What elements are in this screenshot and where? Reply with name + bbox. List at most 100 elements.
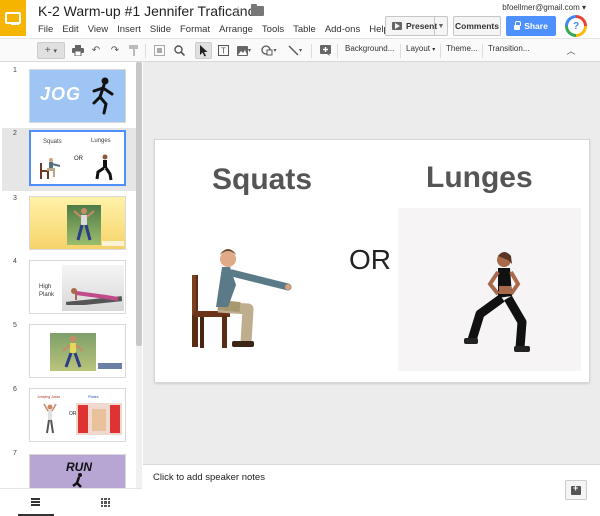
share-button[interactable]: Share xyxy=(506,16,556,36)
undo-icon[interactable]: ↶ xyxy=(88,42,104,59)
slide-thumbnail-5[interactable] xyxy=(29,324,126,378)
share-label: Share xyxy=(524,21,548,31)
toolbar-divider xyxy=(440,44,441,58)
slide-thumbnail-text: JOG xyxy=(40,84,82,104)
chevron-down-icon: ▾ xyxy=(581,3,586,12)
filmstrip-view-bar xyxy=(0,488,142,516)
slide-thumbnail-text: Squats xyxy=(43,139,62,145)
document-title[interactable]: K-2 Warm-up #1 Jennifer Traficano xyxy=(38,3,255,19)
slide-thumbnail-text: Jumping Jacks xyxy=(37,395,61,399)
redo-icon[interactable]: ↷ xyxy=(107,42,123,59)
slide-thumbnail-4[interactable]: High Plank xyxy=(29,260,126,314)
account-email[interactable]: bfoellmer@gmail.com ▾ xyxy=(502,3,586,12)
list-view-icon[interactable] xyxy=(31,498,40,506)
toolbar-divider xyxy=(482,44,483,58)
person-image xyxy=(43,403,57,434)
explore-button[interactable] xyxy=(565,480,587,500)
text-box-icon[interactable]: T xyxy=(215,42,231,59)
toolbar: + ▾ ↶ ↷ T ▾ ▾ ▾ Background... Layout ▾ T… xyxy=(0,38,600,62)
slide-thumbnail-6[interactable]: Jumping Jacks OR Pilates xyxy=(29,388,126,442)
menu-arrange[interactable]: Arrange xyxy=(219,24,253,35)
squat-image xyxy=(40,158,61,179)
person-figure xyxy=(92,409,106,431)
paint-format-icon[interactable] xyxy=(126,42,142,59)
slide-title-right[interactable]: Lunges xyxy=(426,161,533,195)
slide-thumbnail-2[interactable]: Squats OR Lunges xyxy=(29,130,126,186)
shape-icon[interactable]: ▾ xyxy=(258,42,280,59)
squat-illustration[interactable] xyxy=(188,245,294,351)
menu-table[interactable]: Table xyxy=(293,24,316,35)
new-slide-button[interactable]: + ▾ xyxy=(37,42,65,59)
select-tool-icon[interactable] xyxy=(195,42,212,59)
filmstrip-scroll-thumb[interactable] xyxy=(136,62,142,346)
menu-insert[interactable]: Insert xyxy=(117,24,141,35)
folder-icon[interactable] xyxy=(251,4,264,16)
layout-label: Layout xyxy=(406,44,431,53)
runner-image xyxy=(72,473,82,488)
chevron-down-icon: ▾ xyxy=(298,48,302,54)
toolbar-divider xyxy=(337,44,338,58)
slide-thumbnail-text: RUN xyxy=(66,460,92,474)
slide-number: 2 xyxy=(13,130,17,137)
zoom-fit-icon[interactable] xyxy=(151,42,167,59)
slide-thumbnail-1[interactable]: JOG xyxy=(29,69,126,123)
curtain-decoration xyxy=(78,405,88,433)
plus-icon: + xyxy=(44,45,51,56)
theme-button[interactable]: Theme... xyxy=(446,44,478,53)
speaker-notes-placeholder[interactable]: Click to add speaker notes xyxy=(153,472,265,483)
slide-number: 1 xyxy=(13,67,17,74)
grid-view-icon[interactable] xyxy=(101,498,110,507)
slides-logo-icon[interactable] xyxy=(0,0,26,36)
caption-bar xyxy=(98,363,122,369)
person-image xyxy=(73,208,95,241)
zoom-icon[interactable] xyxy=(171,42,187,59)
layout-button[interactable]: Layout ▾ xyxy=(406,44,435,53)
slide-number: 3 xyxy=(13,195,17,202)
menu-slide[interactable]: Slide xyxy=(150,24,171,35)
slide-number: 4 xyxy=(13,258,17,265)
menu-format[interactable]: Format xyxy=(180,24,210,35)
present-button[interactable]: Present ▼ xyxy=(385,16,448,36)
line-icon[interactable]: ▾ xyxy=(284,42,306,59)
chevron-down-icon: ▾ xyxy=(432,47,436,53)
star-icon[interactable]: ☆ xyxy=(232,3,245,20)
svg-text:T: T xyxy=(221,47,226,56)
toolbar-divider xyxy=(400,44,401,58)
menu-edit[interactable]: Edit xyxy=(62,24,78,35)
slide-or-text[interactable]: OR xyxy=(349,244,391,276)
account-email-text: bfoellmer@gmail.com xyxy=(502,3,580,12)
person-image xyxy=(62,336,84,368)
plank-person-image xyxy=(66,288,122,305)
transition-button[interactable]: Transition... xyxy=(488,44,530,53)
lock-icon xyxy=(514,20,522,30)
slide-thumbnail-text: Lunges xyxy=(91,138,111,144)
lunge-illustration[interactable] xyxy=(458,250,538,360)
menu-file[interactable]: File xyxy=(38,24,53,35)
menu-view[interactable]: View xyxy=(88,24,108,35)
present-icon xyxy=(392,22,402,30)
slide-thumbnail-text: OR xyxy=(74,156,83,162)
slide-thumbnail-text: Pilates xyxy=(88,395,99,399)
chevron-down-icon: ▾ xyxy=(247,48,251,54)
add-comment-icon[interactable] xyxy=(317,42,333,59)
menu-addons[interactable]: Add-ons xyxy=(325,24,360,35)
background-button[interactable]: Background... xyxy=(345,44,394,53)
slide-number: 7 xyxy=(13,450,17,457)
toolbar-divider xyxy=(311,44,312,58)
slides-app: K-2 Warm-up #1 Jennifer Traficano ☆ File… xyxy=(0,0,600,516)
runner-image xyxy=(92,77,114,115)
avatar[interactable]: ? xyxy=(565,15,587,37)
caption-bar xyxy=(102,241,124,246)
toolbar-divider xyxy=(145,44,146,58)
present-label: Present xyxy=(406,21,438,31)
lunge-image xyxy=(95,154,113,181)
slide-thumbnail-3[interactable] xyxy=(29,196,126,250)
image-icon[interactable]: ▾ xyxy=(234,42,254,59)
print-icon[interactable] xyxy=(70,42,86,59)
slide-title-left[interactable]: Squats xyxy=(212,163,312,197)
slide-thumbnail-7[interactable]: RUN xyxy=(29,454,126,488)
comments-button[interactable]: Comments xyxy=(453,16,501,36)
menu-tools[interactable]: Tools xyxy=(262,24,284,35)
collapse-toolbar-icon[interactable]: ︿ xyxy=(564,42,578,59)
present-dropdown-icon[interactable]: ▼ xyxy=(434,17,447,35)
